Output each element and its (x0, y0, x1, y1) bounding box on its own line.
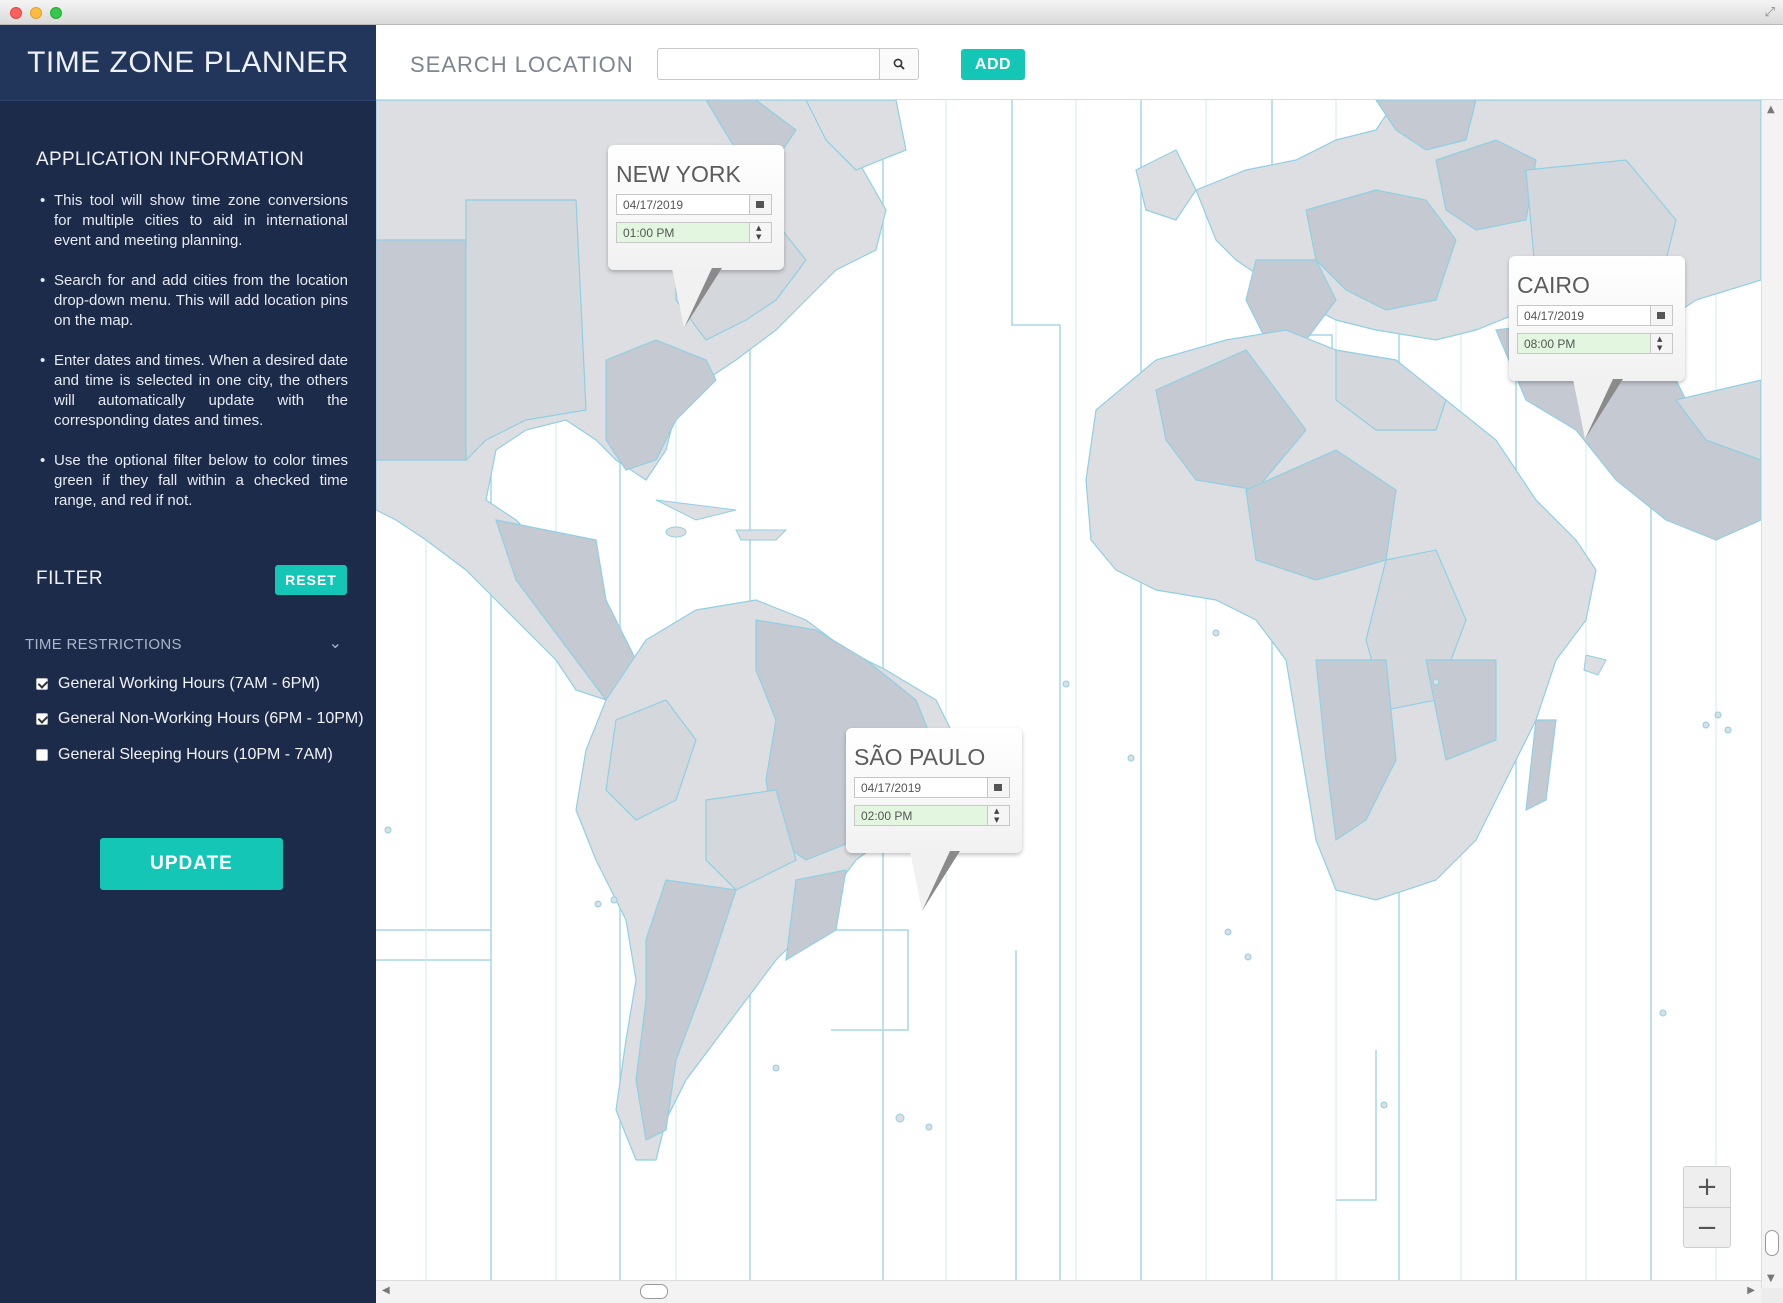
filter-option-working-hours[interactable]: General Working Hours (7AM - 6PM) (36, 675, 320, 693)
horizontal-scroll-thumb[interactable] (640, 1284, 668, 1299)
sleeping-hours-label: General Sleeping Hours (10PM - 7AM) (58, 746, 333, 763)
time-value: 02:00 PM (861, 809, 913, 823)
spinner-icon[interactable]: ▲ ▼ (1650, 334, 1672, 353)
spinner-icon[interactable]: ▲ ▼ (987, 806, 1009, 825)
search-icon (893, 58, 905, 70)
time-value: 08:00 PM (1524, 337, 1576, 351)
sleeping-hours-checkbox[interactable] (36, 749, 48, 761)
pin-city-name: SÃO PAULO (854, 744, 986, 770)
fullscreen-icon[interactable]: ⤢ (1765, 5, 1775, 20)
scroll-left-icon[interactable]: ◀ (382, 1285, 390, 1296)
vertical-scrollbar[interactable]: ▲ ▼ (1761, 100, 1783, 1288)
zoom-in-button[interactable]: + (1684, 1167, 1730, 1207)
app-header: TIME ZONE PLANNER (0, 25, 376, 101)
time-field[interactable]: 02:00 PM ▲ ▼ (854, 805, 1010, 826)
date-field[interactable]: 04/17/2019 (616, 194, 772, 215)
pin-pointer (1573, 379, 1623, 439)
non-working-hours-checkbox[interactable] (36, 713, 48, 725)
city-pin-sao-paulo[interactable]: SÃO PAULO 04/17/2019 02:00 PM ▲ ▼ (846, 728, 1046, 911)
vertical-scroll-thumb[interactable] (1765, 1230, 1779, 1256)
working-hours-checkbox[interactable] (36, 678, 48, 690)
date-value: 04/17/2019 (1524, 309, 1585, 323)
scroll-up-icon[interactable]: ▲ (1767, 104, 1775, 115)
city-pin-new-york[interactable]: NEW YORK 04/17/2019 01:00 PM ▲ ▼ (608, 145, 808, 328)
filter-title: FILTER (36, 568, 104, 589)
info-bullet: This tool will show time zone conversion… (36, 191, 348, 251)
search-bar: SEARCH LOCATION ADD (376, 25, 1783, 100)
window-titlebar: ⤢ (0, 0, 1783, 25)
search-location-label: SEARCH LOCATION (410, 52, 634, 77)
minimize-window-button[interactable] (30, 7, 42, 19)
add-location-button[interactable]: ADD (961, 49, 1025, 80)
scroll-down-icon[interactable]: ▼ (1767, 1273, 1775, 1284)
pin-pointer (672, 268, 722, 328)
maximize-window-button[interactable] (50, 7, 62, 19)
search-button[interactable] (879, 48, 919, 80)
date-value: 04/17/2019 (623, 198, 684, 212)
time-value: 01:00 PM (623, 226, 675, 240)
time-field[interactable]: 08:00 PM ▲ ▼ (1517, 333, 1673, 354)
info-bullet: Use the optional filter below to color t… (36, 451, 348, 511)
reset-button[interactable]: RESET (275, 565, 347, 595)
horizontal-scrollbar[interactable]: ◀ ▶ (376, 1280, 1761, 1303)
pin-city-name: CAIRO (1517, 272, 1590, 298)
close-window-button[interactable] (10, 7, 22, 19)
time-restrictions-header[interactable]: TIME RESTRICTIONS ⌄ (25, 633, 345, 660)
search-input[interactable] (657, 48, 881, 80)
zoom-controls: + − (1683, 1166, 1731, 1248)
calendar-icon[interactable] (1650, 306, 1672, 325)
chevron-down-icon[interactable]: ⌄ (329, 633, 342, 652)
south-america (575, 599, 957, 1161)
date-value: 04/17/2019 (861, 781, 922, 795)
filter-option-sleeping-hours[interactable]: General Sleeping Hours (10PM - 7AM) (36, 746, 333, 764)
time-field[interactable]: 01:00 PM ▲ ▼ (616, 222, 772, 243)
time-restrictions-label: TIME RESTRICTIONS (25, 636, 182, 653)
world-map[interactable]: NEW YORK 04/17/2019 01:00 PM ▲ ▼ CAIRO 04… (376, 100, 1761, 1288)
info-list: This tool will show time zone conversion… (36, 191, 348, 531)
city-pin-cairo[interactable]: CAIRO 04/17/2019 08:00 PM ▲ ▼ (1509, 256, 1709, 439)
info-bullet: Search for and add cities from the locat… (36, 271, 348, 331)
spinner-icon[interactable]: ▲ ▼ (749, 223, 771, 242)
app-title: TIME ZONE PLANNER (27, 45, 349, 79)
africa (1085, 329, 1597, 901)
update-button[interactable]: UPDATE (100, 838, 283, 890)
date-field[interactable]: 04/17/2019 (1517, 305, 1673, 326)
filter-option-non-working-hours[interactable]: General Non-Working Hours (6PM - 10PM) (36, 710, 364, 728)
scroll-right-icon[interactable]: ▶ (1747, 1285, 1755, 1296)
non-working-hours-label: General Non-Working Hours (6PM - 10PM) (58, 710, 364, 727)
info-bullet: Enter dates and times. When a desired da… (36, 351, 348, 431)
working-hours-label: General Working Hours (7AM - 6PM) (58, 675, 320, 692)
calendar-icon[interactable] (987, 778, 1009, 797)
sidebar: TIME ZONE PLANNER APPLICATION INFORMATIO… (0, 25, 376, 1303)
pin-pointer (910, 851, 960, 911)
info-title: APPLICATION INFORMATION (36, 149, 304, 170)
pin-city-name: NEW YORK (616, 161, 741, 187)
calendar-icon[interactable] (749, 195, 771, 214)
date-field[interactable]: 04/17/2019 (854, 777, 1010, 798)
zoom-out-button[interactable]: − (1684, 1208, 1730, 1248)
